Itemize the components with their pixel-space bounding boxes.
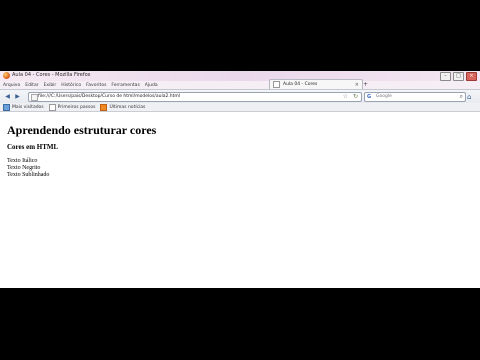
search-placeholder[interactable]: Google <box>376 94 392 99</box>
reload-icon[interactable]: ↻ <box>353 93 358 100</box>
menu-bar: Arquivo Editar Exibir Histórico Favorito… <box>0 81 480 89</box>
minimize-button[interactable]: – <box>440 72 451 81</box>
star-icon[interactable]: ☆ <box>343 93 348 100</box>
page-icon <box>48 103 56 111</box>
navigation-toolbar: ◀ ▶ file:///C:/Users/pais/Desktop/Curso … <box>0 89 480 104</box>
url-text[interactable]: file:///C:/Users/pais/Desktop/Curso de h… <box>38 94 180 99</box>
title-bar[interactable]: Aula 04 - Cores - Mozilla Firefox – □ × <box>0 71 480 81</box>
tab-label: Aula 04 - Cores <box>283 82 318 87</box>
search-icon[interactable]: ⌕ <box>460 93 463 101</box>
url-bar[interactable]: file:///C:/Users/pais/Desktop/Curso de h… <box>28 92 362 102</box>
site-identity-icon[interactable] <box>31 94 38 101</box>
back-icon[interactable]: ◀ <box>4 93 11 100</box>
bookmark-ultimas-noticias[interactable]: Últimas notícias <box>100 103 146 111</box>
text-line-bold: Texto Negrito <box>7 165 41 171</box>
bookmark-mais-visitados[interactable]: Mais visitados <box>3 103 44 111</box>
menu-ferramentas[interactable]: Ferramentas <box>111 83 139 88</box>
menu-favoritos[interactable]: Favoritos <box>86 83 106 88</box>
search-bar[interactable]: G Google ⌕ <box>364 92 466 102</box>
tab-close-icon[interactable]: × <box>355 82 359 88</box>
star-icon <box>3 103 10 111</box>
menu-ajuda[interactable]: Ajuda <box>145 83 158 88</box>
page-icon <box>273 81 280 88</box>
window-title: Aula 04 - Cores - Mozilla Firefox <box>12 72 91 78</box>
close-window-button[interactable]: × <box>466 72 477 81</box>
bookmark-label: Primeiros passos <box>57 104 96 110</box>
page-subheading: Cores em HTML <box>7 143 59 151</box>
browser-window: Aula 04 - Cores - Mozilla Firefox – □ × … <box>0 71 480 288</box>
forward-icon[interactable]: ▶ <box>14 93 21 100</box>
page-heading: Aprendendo estruturar cores <box>7 123 157 137</box>
menu-exibir[interactable]: Exibir <box>44 83 57 88</box>
bookmark-label: Últimas notícias <box>109 104 146 110</box>
text-line-underline: Texto Sublinhado <box>7 172 50 178</box>
google-icon[interactable]: G <box>367 94 373 100</box>
new-tab-button[interactable]: + <box>363 81 368 88</box>
bookmark-primeiros-passos[interactable]: Primeiros passos <box>48 103 96 111</box>
home-icon[interactable]: ⌂ <box>467 93 471 101</box>
bookmarks-toolbar: Mais visitados Primeiros passos Últimas … <box>0 103 480 112</box>
menu-arquivo[interactable]: Arquivo <box>3 83 20 88</box>
firefox-icon <box>3 72 10 79</box>
text-line-italic: Texto Itálico <box>7 158 38 164</box>
menu-editar[interactable]: Editar <box>25 83 38 88</box>
bookmark-label: Mais visitados <box>12 104 44 110</box>
tab-aula-cores[interactable]: Aula 04 - Cores × <box>269 79 363 89</box>
window-controls: – □ × <box>440 72 477 81</box>
text-lines: Texto Itálico Texto Negrito Texto Sublin… <box>7 158 49 179</box>
page-content: Aprendendo estruturar cores Cores em HTM… <box>0 112 480 288</box>
rss-icon <box>100 103 108 111</box>
menu-historico[interactable]: Histórico <box>61 83 81 88</box>
maximize-button[interactable]: □ <box>453 72 464 81</box>
